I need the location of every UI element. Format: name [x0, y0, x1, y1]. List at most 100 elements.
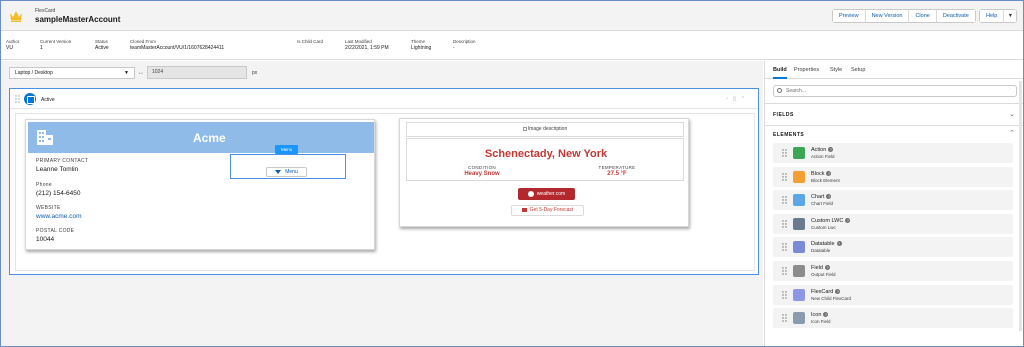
account-header-band: Acme: [28, 122, 374, 153]
element-title: Custom LWC?: [811, 217, 851, 224]
weather-card[interactable]: Image description Schenectady, New York …: [399, 118, 689, 227]
element-title-text: Icon: [811, 312, 822, 319]
element-item-custom-lwc[interactable]: Custom LWC? Custom Lwc: [773, 213, 1013, 234]
clone-button[interactable]: Clone: [909, 10, 937, 22]
forecast-button[interactable]: Get 5-Day Forecast: [511, 205, 584, 216]
elements-chevron-icon[interactable]: ⌃: [1009, 129, 1015, 137]
condition-value: Heavy Snow: [464, 171, 500, 177]
help-icon[interactable]: ?: [836, 241, 842, 247]
datatable-icon: [793, 241, 805, 254]
field-label: POSTAL CODE: [36, 228, 75, 234]
drag-handle-icon[interactable]: [782, 172, 787, 181]
temperature-label: TEMPERATURE: [598, 165, 636, 170]
element-title: Block?: [811, 170, 832, 177]
panel-scrollbar[interactable]: [1019, 81, 1022, 331]
element-item-icon[interactable]: Icon? Icon Field: [773, 308, 1013, 329]
drag-handle-icon[interactable]: [15, 95, 20, 103]
app-header: FlexCard sampleMasterAccount Preview New…: [1, 1, 1023, 31]
copy-icon[interactable]: ▫: [726, 96, 733, 102]
drag-handle-icon[interactable]: [782, 196, 787, 204]
deactivate-button[interactable]: Deactivate: [936, 10, 975, 22]
delete-icon[interactable]: ▯: [733, 96, 741, 102]
building-icon: [37, 130, 53, 145]
device-select[interactable]: Laptop / Desktop ▼: [9, 67, 135, 79]
meta-label: Theme: [411, 39, 426, 44]
element-title: Action?: [811, 147, 834, 153]
element-title: Chart?: [811, 194, 832, 201]
element-title-text: Action: [811, 147, 827, 153]
tab-properties[interactable]: Properties: [794, 67, 819, 73]
crown-icon: [10, 11, 22, 22]
width-input[interactable]: 1024: [147, 66, 247, 79]
builder-tabs: Build Properties Style Setup: [765, 61, 1023, 79]
drag-handle-icon[interactable]: [782, 314, 787, 322]
element-search-input[interactable]: Search...: [773, 85, 1017, 97]
fields-section-heading[interactable]: FIELDS: [773, 112, 794, 118]
tab-style[interactable]: Style: [830, 67, 842, 73]
meta-label: Status: [95, 39, 108, 44]
element-title-text: Chart: [811, 194, 825, 201]
weather-details: Schenectady, New York CONDITION Heavy Sn…: [406, 138, 684, 181]
resize-arrows-icon: ↔: [138, 70, 144, 76]
tab-setup[interactable]: Setup: [851, 67, 865, 73]
help-icon[interactable]: ?: [835, 288, 841, 294]
elements-section-heading[interactable]: ELEMENTS: [773, 132, 804, 138]
drag-handle-icon[interactable]: [782, 267, 787, 275]
action-icon: [793, 147, 805, 159]
element-item-flexcard[interactable]: FlexCard? New Child FlexCard: [773, 284, 1013, 305]
website-link[interactable]: www.acme.com: [36, 213, 82, 220]
fields-chevron-icon[interactable]: ⌄: [1009, 110, 1015, 118]
help-icon[interactable]: ?: [826, 194, 832, 200]
meta-status: Status Active: [95, 39, 109, 51]
menu-button-label: Menu: [285, 169, 298, 175]
element-title-text: Custom LWC: [811, 217, 844, 224]
device-select-value: Laptop / Desktop: [15, 70, 53, 76]
active-state-container[interactable]: Active ▫▯⌃ Acme PRIMARY CONTACT Leanne T…: [9, 88, 759, 275]
calendar-icon: [521, 207, 527, 212]
element-title: FlexCard?: [811, 288, 841, 295]
meta-value: -: [453, 45, 455, 51]
help-icon[interactable]: ?: [845, 217, 851, 223]
help-icon[interactable]: ?: [823, 312, 829, 318]
primary-contact-field: PRIMARY CONTACT Leanne Tomlin: [36, 158, 88, 173]
element-subtitle: Chart Field: [811, 201, 834, 207]
element-item-action[interactable]: Action? Action Field: [773, 143, 1013, 163]
help-icon[interactable]: ?: [824, 265, 830, 271]
field-value: 10044: [36, 236, 55, 243]
help-icon[interactable]: ?: [828, 147, 834, 153]
preview-button[interactable]: Preview: [833, 10, 866, 22]
menu-button[interactable]: Menu: [266, 167, 307, 177]
website-field: WEBSITE www.acme.com: [36, 205, 82, 220]
weather-com-button[interactable]: weather.com: [518, 188, 575, 200]
new-version-button[interactable]: New Version: [865, 10, 910, 22]
menu-element-tag: Menu: [275, 145, 299, 154]
drag-handle-icon[interactable]: [782, 149, 787, 157]
drag-handle-icon[interactable]: [782, 243, 787, 252]
element-subtitle: Block Element: [811, 177, 840, 183]
meta-label: Description: [453, 39, 476, 44]
flexcard-icon: [793, 288, 805, 301]
meta-current-version: Current Version 1: [40, 39, 71, 51]
search-placeholder: Search...: [786, 88, 807, 94]
meta-value: VU: [6, 45, 13, 51]
element-item-datatable[interactable]: Datatable? Datatable: [773, 237, 1013, 258]
meta-label: Cloned From: [130, 39, 157, 44]
account-card[interactable]: Acme PRIMARY CONTACT Leanne Tomlin Phone…: [25, 119, 375, 250]
meta-value: Active: [95, 45, 109, 51]
condition-label: CONDITION: [468, 165, 496, 170]
drag-handle-icon[interactable]: [782, 220, 787, 228]
element-item-chart[interactable]: Chart? Chart Field: [773, 190, 1013, 211]
collapse-chevron-icon[interactable]: ⌃: [741, 96, 750, 102]
help-button-group: Help ▼: [979, 9, 1018, 23]
more-actions-dropdown[interactable]: ▼: [1004, 10, 1017, 22]
help-button[interactable]: Help: [980, 10, 1005, 22]
element-title: Field?: [811, 265, 830, 271]
state-actions: ▫▯⌃: [726, 96, 750, 102]
tab-build[interactable]: Build: [773, 67, 787, 79]
drag-handle-icon[interactable]: [782, 290, 787, 299]
element-item-field[interactable]: Field? Output Field: [773, 261, 1013, 281]
help-icon[interactable]: ?: [826, 170, 832, 176]
element-item-block[interactable]: Block? Block Element: [773, 166, 1013, 187]
meta-label: Author: [6, 39, 20, 44]
meta-value: 2/22/2021, 1:59 PM: [345, 45, 389, 51]
